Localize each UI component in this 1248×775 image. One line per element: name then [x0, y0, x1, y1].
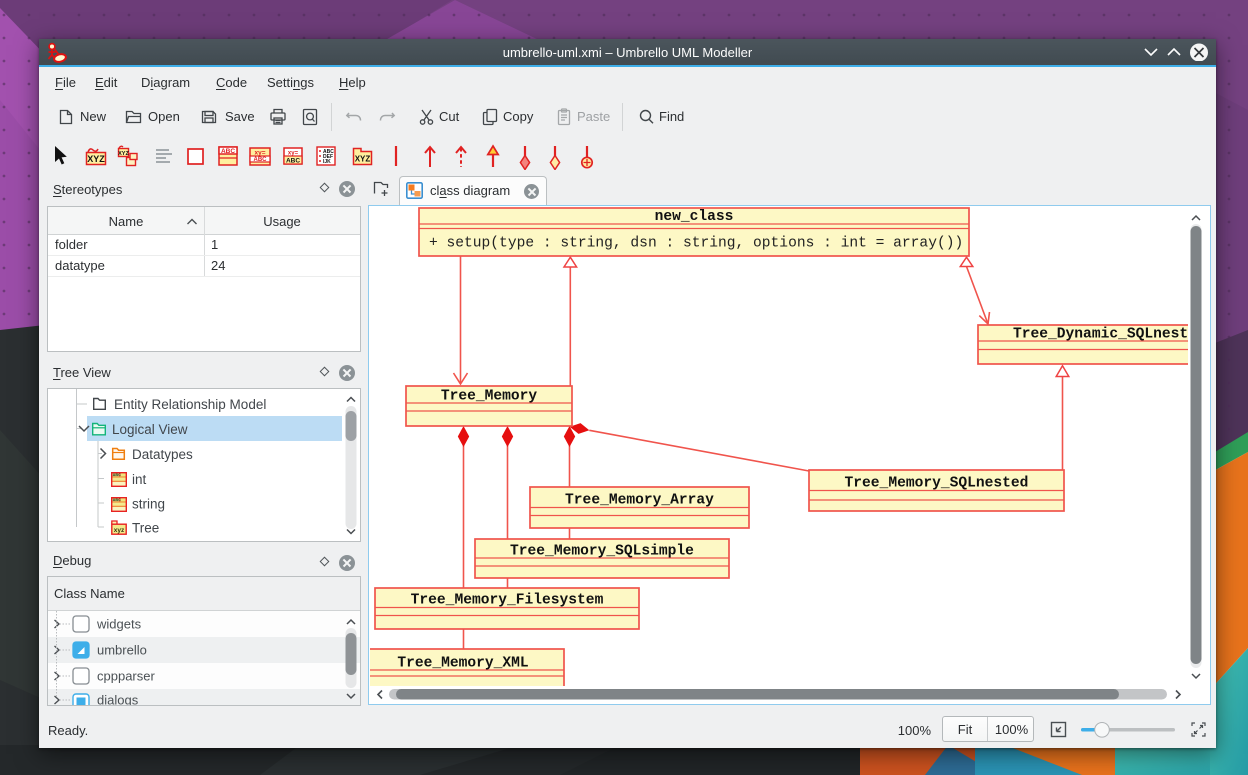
svg-text:Datatypes: Datatypes	[132, 447, 193, 462]
svg-text:cppparser: cppparser	[97, 669, 155, 684]
svg-text:Logical View: Logical View	[112, 422, 188, 437]
svg-text:new_class: new_class	[655, 209, 734, 225]
svg-text:Tree_Memory_Filesystem: Tree_Memory_Filesystem	[411, 593, 604, 609]
svg-text:ABC: ABC	[221, 148, 235, 155]
svg-text:ABC: ABC	[286, 158, 300, 165]
svg-text:XYZ: XYZ	[355, 155, 371, 164]
svg-text:xyz: xyz	[114, 527, 125, 534]
svg-text:XYZ: XYZ	[87, 154, 105, 164]
svg-text:Tree_Dynamic_SQLnested: Tree_Dynamic_SQLnested	[1013, 327, 1188, 343]
svg-text:umbrello: umbrello	[97, 643, 147, 658]
svg-text:+ setup(type : string, dsn : s: + setup(type : string, dsn : string, opt…	[429, 236, 963, 252]
svg-text:Tree_Memory_SQLnested: Tree_Memory_SQLnested	[845, 476, 1029, 492]
svg-text:IJK: IJK	[323, 159, 331, 165]
svg-text:Tree_Memory: Tree_Memory	[441, 389, 538, 405]
svg-text:Tree_Memory_XML: Tree_Memory_XML	[397, 656, 528, 672]
svg-text:Tree_Memory_Array: Tree_Memory_Array	[565, 493, 714, 509]
svg-text:XYZ: XYZ	[118, 151, 129, 157]
svg-text:string: string	[132, 497, 165, 512]
svg-text:Tree: Tree	[132, 521, 159, 536]
svg-text:Tree_Memory_SQLsimple: Tree_Memory_SQLsimple	[510, 544, 694, 560]
svg-text:widgets: widgets	[96, 617, 142, 632]
svg-text:int: int	[132, 472, 147, 487]
svg-text:Entity Relationship Model: Entity Relationship Model	[114, 397, 266, 412]
svg-text:dialogs: dialogs	[97, 693, 139, 706]
svg-text:ABC: ABC	[254, 157, 268, 163]
